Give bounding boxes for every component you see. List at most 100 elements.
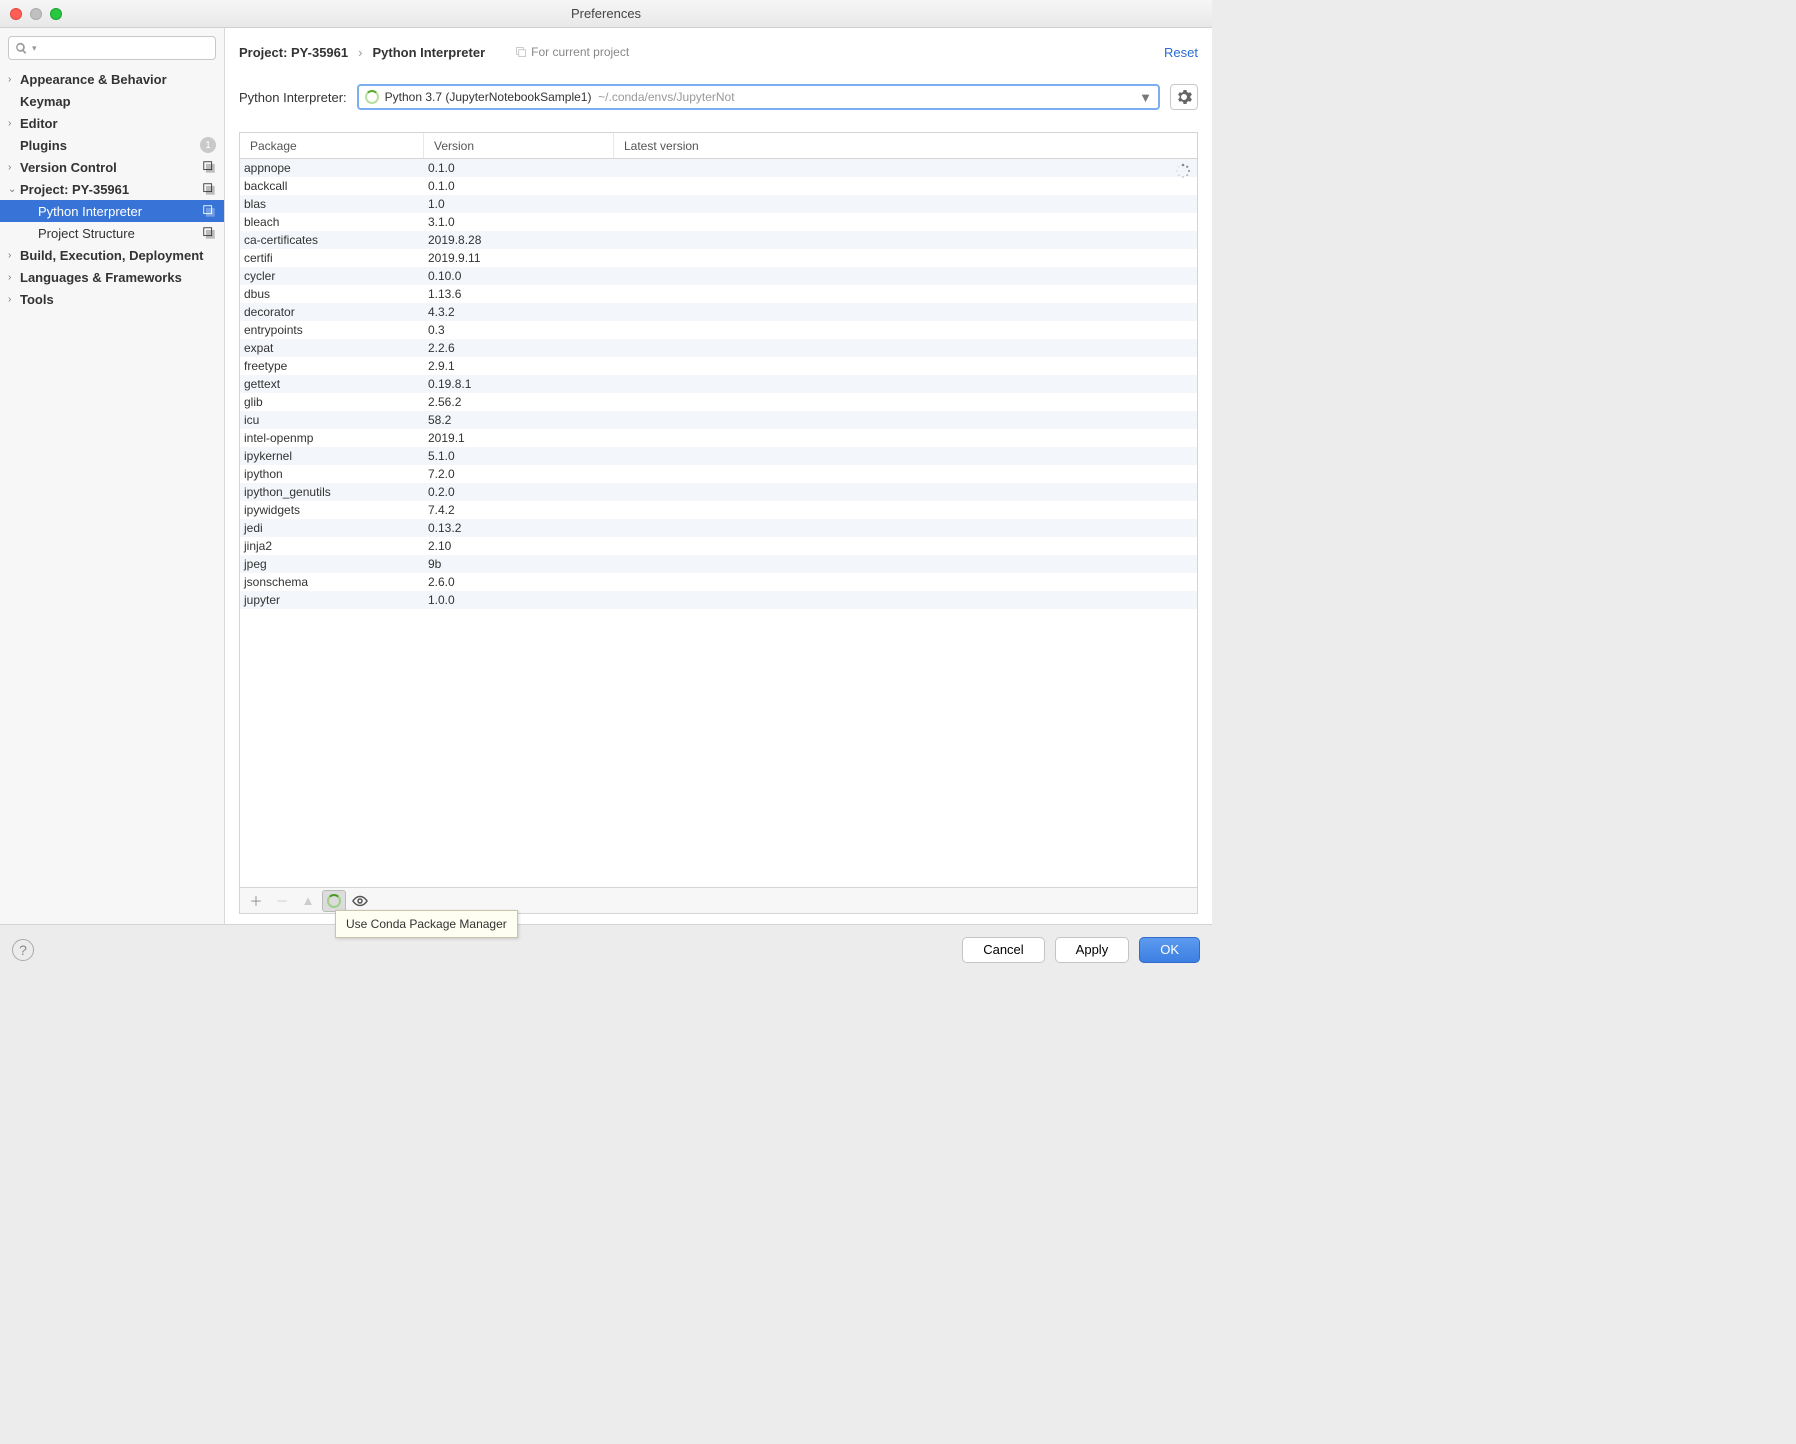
show-early-releases-button[interactable] (348, 890, 372, 912)
settings-tree: ›Appearance & BehaviorKeymap›EditorPlugi… (0, 68, 224, 924)
loading-spinner-icon (365, 90, 379, 104)
cell-package: certifi (240, 251, 424, 265)
content-panel: Project: PY-35961 › Python Interpreter F… (225, 28, 1212, 924)
table-row[interactable]: blas1.0 (240, 195, 1197, 213)
cell-package: ipywidgets (240, 503, 424, 517)
sidebar-item[interactable]: ›Build, Execution, Deployment (0, 244, 224, 266)
search-field[interactable] (41, 41, 209, 55)
sidebar-item[interactable]: Project Structure (0, 222, 224, 244)
table-row[interactable]: entrypoints0.3 (240, 321, 1197, 339)
cell-package: ipython_genutils (240, 485, 424, 499)
cell-version: 1.0.0 (424, 593, 614, 607)
sidebar-item[interactable]: ⌄Project: PY-35961 (0, 178, 224, 200)
table-row[interactable]: decorator4.3.2 (240, 303, 1197, 321)
chevron-icon: › (8, 272, 20, 283)
breadcrumb-page: Python Interpreter (372, 45, 485, 60)
column-version[interactable]: Version (424, 133, 614, 158)
search-input[interactable]: ▾ (8, 36, 216, 60)
table-row[interactable]: jinja22.10 (240, 537, 1197, 555)
table-row[interactable]: freetype2.9.1 (240, 357, 1197, 375)
sidebar-item-label: Editor (20, 116, 216, 131)
table-row[interactable]: jupyter1.0.0 (240, 591, 1197, 609)
cell-version: 7.2.0 (424, 467, 614, 481)
sidebar-item[interactable]: ›Editor (0, 112, 224, 134)
table-row[interactable]: ipywidgets7.4.2 (240, 501, 1197, 519)
sidebar-item[interactable]: ›Appearance & Behavior (0, 68, 224, 90)
table-row[interactable]: icu58.2 (240, 411, 1197, 429)
close-window-icon[interactable] (10, 8, 22, 20)
table-row[interactable]: appnope0.1.0 (240, 159, 1197, 177)
cell-package: ca-certificates (240, 233, 424, 247)
cell-version: 2.2.6 (424, 341, 614, 355)
cell-package: gettext (240, 377, 424, 391)
ok-button[interactable]: OK (1139, 937, 1200, 963)
table-row[interactable]: ca-certificates2019.8.28 (240, 231, 1197, 249)
cell-version: 1.0 (424, 197, 614, 211)
table-row[interactable]: bleach3.1.0 (240, 213, 1197, 231)
cell-package: jpeg (240, 557, 424, 571)
minus-icon: － (275, 891, 288, 910)
cell-version: 0.1.0 (424, 179, 614, 193)
table-row[interactable]: backcall0.1.0 (240, 177, 1197, 195)
sidebar-item-label: Languages & Frameworks (20, 270, 216, 285)
cell-package: icu (240, 413, 424, 427)
sidebar-item-label: Version Control (20, 160, 202, 175)
breadcrumb-separator-icon: › (358, 45, 362, 60)
add-package-button[interactable]: ＋ (244, 890, 268, 912)
interpreter-dropdown[interactable]: Python 3.7 (JupyterNotebookSample1) ~/.c… (357, 84, 1160, 110)
table-row[interactable]: glib2.56.2 (240, 393, 1197, 411)
sidebar-item[interactable]: Plugins1 (0, 134, 224, 156)
triangle-up-icon: ▲ (302, 893, 315, 908)
chevron-down-icon: ▼ (1139, 90, 1152, 105)
sidebar-item[interactable]: ›Version Control (0, 156, 224, 178)
cell-version: 3.1.0 (424, 215, 614, 229)
table-row[interactable]: certifi2019.9.11 (240, 249, 1197, 267)
sidebar-item[interactable]: Python Interpreter (0, 200, 224, 222)
conda-toggle-button[interactable] (322, 890, 346, 912)
sidebar-item-label: Plugins (20, 138, 200, 153)
table-row[interactable]: jsonschema2.6.0 (240, 573, 1197, 591)
table-row[interactable]: ipykernel5.1.0 (240, 447, 1197, 465)
cell-package: bleach (240, 215, 424, 229)
help-button[interactable]: ? (12, 939, 34, 961)
sidebar-item[interactable]: ›Languages & Frameworks (0, 266, 224, 288)
upgrade-package-button[interactable]: ▲ (296, 890, 320, 912)
cell-version: 4.3.2 (424, 305, 614, 319)
reset-link[interactable]: Reset (1164, 45, 1198, 60)
cell-version: 58.2 (424, 413, 614, 427)
apply-button[interactable]: Apply (1055, 937, 1130, 963)
cell-version: 0.1.0 (424, 161, 614, 175)
table-row[interactable]: cycler0.10.0 (240, 267, 1197, 285)
column-package[interactable]: Package (240, 133, 424, 158)
sidebar-item[interactable]: Keymap (0, 90, 224, 112)
loading-spinner-icon (1175, 163, 1191, 179)
table-row[interactable]: gettext0.19.8.1 (240, 375, 1197, 393)
chevron-icon: › (8, 118, 20, 129)
table-row[interactable]: ipython_genutils0.2.0 (240, 483, 1197, 501)
table-row[interactable]: jedi0.13.2 (240, 519, 1197, 537)
table-row[interactable]: expat2.2.6 (240, 339, 1197, 357)
table-header: Package Version Latest version (240, 133, 1197, 159)
remove-package-button[interactable]: － (270, 890, 294, 912)
table-row[interactable]: ipython7.2.0 (240, 465, 1197, 483)
table-row[interactable]: dbus1.13.6 (240, 285, 1197, 303)
sidebar-item-label: Build, Execution, Deployment (20, 248, 216, 263)
cell-version: 0.19.8.1 (424, 377, 614, 391)
minimize-window-icon[interactable] (30, 8, 42, 20)
eye-icon (352, 893, 368, 909)
copy-icon (515, 46, 527, 58)
conda-icon (327, 894, 341, 908)
cell-package: glib (240, 395, 424, 409)
cell-version: 0.2.0 (424, 485, 614, 499)
cell-package: dbus (240, 287, 424, 301)
plus-icon: ＋ (249, 891, 262, 910)
table-row[interactable]: jpeg9b (240, 555, 1197, 573)
sidebar-item[interactable]: ›Tools (0, 288, 224, 310)
cancel-button[interactable]: Cancel (962, 937, 1044, 963)
cell-package: jupyter (240, 593, 424, 607)
packages-table: Package Version Latest version appnope0.… (239, 132, 1198, 914)
column-latest[interactable]: Latest version (614, 133, 1197, 158)
table-row[interactable]: intel-openmp2019.1 (240, 429, 1197, 447)
interpreter-settings-button[interactable] (1170, 84, 1198, 110)
zoom-window-icon[interactable] (50, 8, 62, 20)
